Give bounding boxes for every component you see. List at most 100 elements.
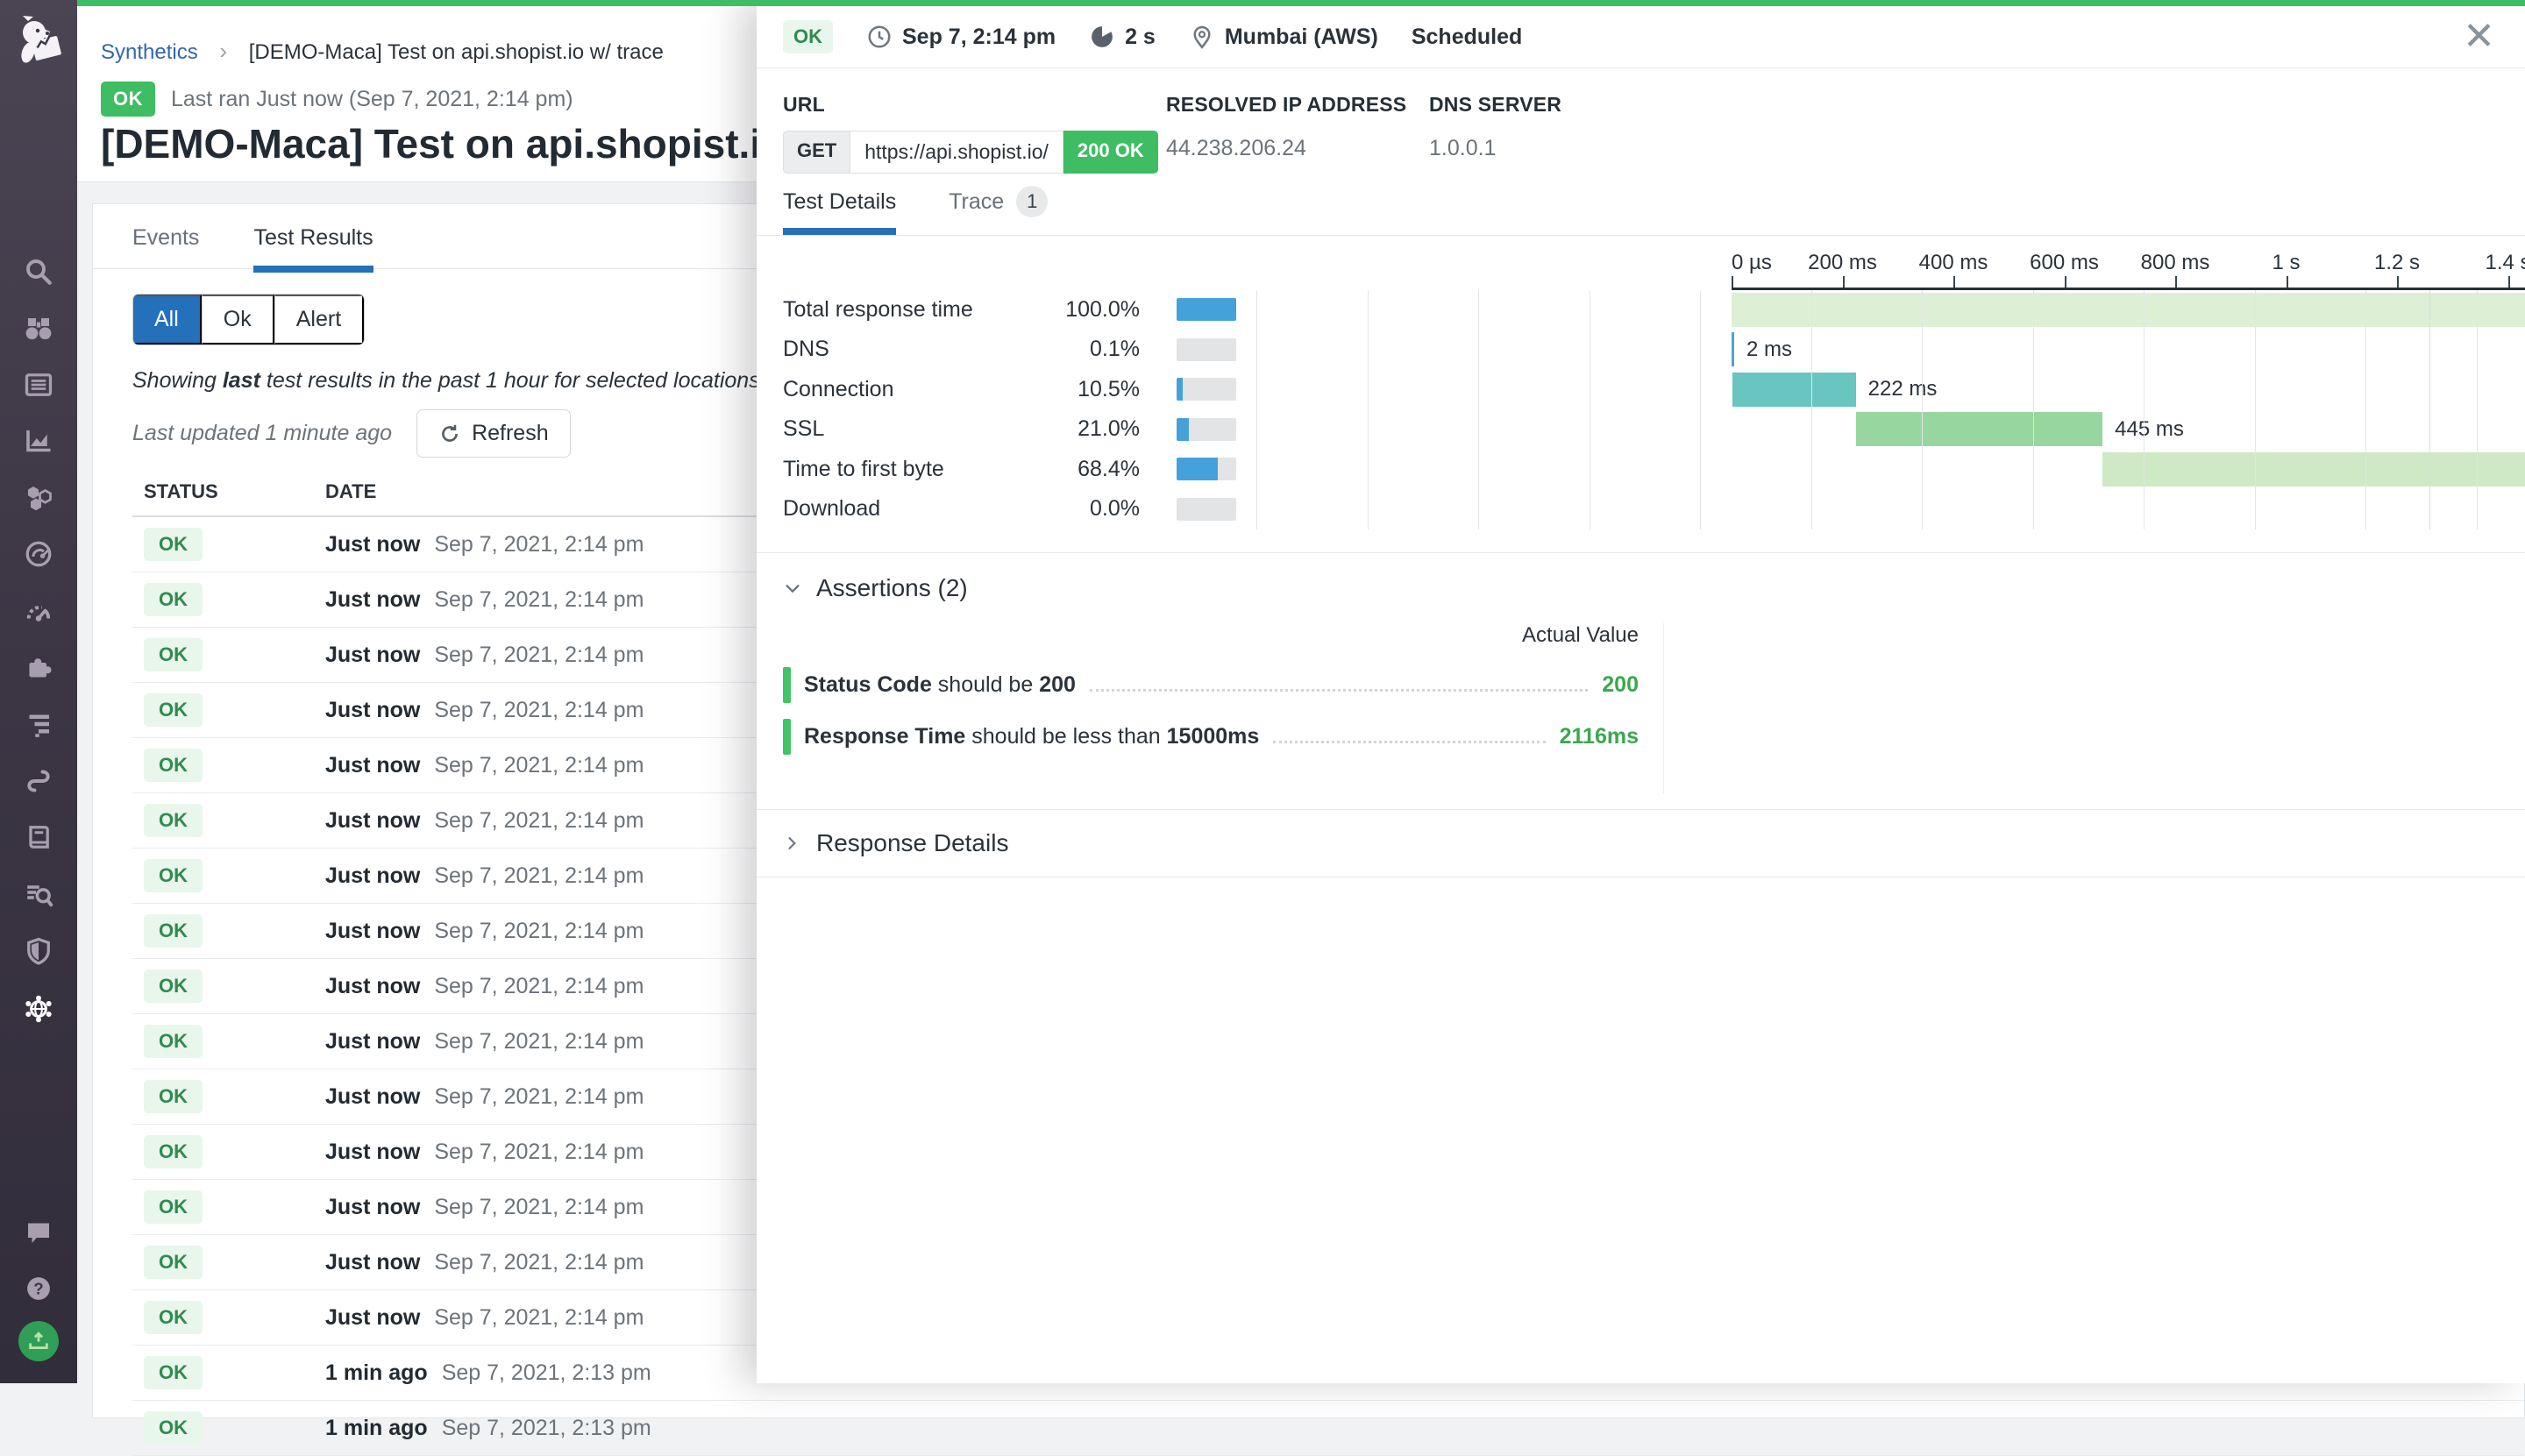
row-relative-time: Just now <box>325 863 420 889</box>
row-date: Sep 7, 2021, 2:14 pm <box>434 863 644 889</box>
row-relative-time: Just now <box>325 1140 420 1165</box>
sidebar-item-log-search[interactable] <box>0 870 77 920</box>
help-icon <box>23 1273 54 1304</box>
row-date: Sep 7, 2021, 2:13 pm <box>442 1416 651 1441</box>
shield-icon <box>23 935 54 967</box>
row-date: Sep 7, 2021, 2:14 pm <box>434 1029 644 1055</box>
filter-alert[interactable]: Alert <box>274 295 364 344</box>
row-relative-time: Just now <box>325 1029 420 1055</box>
response-details-toggle[interactable]: Response Details <box>783 810 2499 877</box>
row-status-badge: OK <box>144 1080 203 1113</box>
row-relative-time: 1 min ago <box>325 1416 428 1441</box>
waterfall-rows: Total response time100.0%2 sDNS0.1%2 msC… <box>783 290 2525 529</box>
row-date: Sep 7, 2021, 2:14 pm <box>434 1140 644 1165</box>
assertions-toggle[interactable]: Assertions (2) <box>783 553 2499 611</box>
refresh-icon <box>438 423 461 445</box>
row-status-badge: OK <box>144 1301 203 1334</box>
row-status-badge: OK <box>144 1135 203 1168</box>
refresh-button[interactable]: Refresh <box>416 409 571 458</box>
waterfall-row-total-response-time: Total response time100.0%2 s <box>783 290 2525 330</box>
sidebar-item-notebook[interactable] <box>0 813 77 862</box>
axis-tick-label: 0 µs <box>1732 251 1772 275</box>
search-icon <box>23 256 54 288</box>
row-date: Sep 7, 2021, 2:14 pm <box>434 753 644 778</box>
sidebar-item-apm[interactable] <box>0 529 77 579</box>
waterfall-bar <box>1732 373 1855 407</box>
axis-tick-mark <box>1843 276 1845 288</box>
tab-test-results[interactable]: Test Results <box>253 225 373 273</box>
axis-tick-label: 600 ms <box>2030 251 2099 275</box>
row-status-badge: OK <box>144 969 203 1003</box>
clock-icon <box>866 24 893 50</box>
sidebar-item-help[interactable] <box>0 1264 77 1313</box>
assertions-table: Actual Value Status Code should be 20020… <box>783 623 1664 793</box>
row-relative-time: Just now <box>325 698 420 723</box>
waterfall-minibar <box>1177 458 1236 480</box>
assertion-row: Response Time should be less than 15000m… <box>783 719 1639 755</box>
panel-tabs: Test Details Trace1 <box>757 186 2525 236</box>
apm-icon <box>23 538 54 570</box>
row-date: Sep 7, 2021, 2:14 pm <box>434 698 644 723</box>
assertions-title: Assertions (2) <box>816 574 968 602</box>
puzzle-icon <box>23 652 54 684</box>
axis-tick-mark <box>2508 276 2510 288</box>
row-relative-time: Just now <box>325 1305 420 1331</box>
chevron-right-icon <box>783 835 800 852</box>
gauge-icon <box>23 596 54 628</box>
sidebar-item-link[interactable] <box>0 756 77 806</box>
waterfall-percent: 10.5% <box>1046 377 1140 402</box>
filter-ok[interactable]: Ok <box>202 295 274 344</box>
sidebar-item-chat[interactable] <box>0 1208 77 1257</box>
filter-all[interactable]: All <box>133 295 202 344</box>
panel-tab-trace[interactable]: Trace1 <box>949 186 1048 231</box>
status-code-badge: 200 OK <box>1063 131 1158 174</box>
assertion-text: Response Time should be less than 15000m… <box>804 724 1259 749</box>
http-method-badge: GET <box>783 131 850 174</box>
request-info-section: URL GET https://api.shopist.io/ 200 OK R… <box>757 68 2525 174</box>
breadcrumb-current: [DEMO-Maca] Test on api.shopist.io w/ tr… <box>249 40 664 64</box>
location-pin-icon <box>1189 24 1215 50</box>
sidebar-item-dashboard[interactable] <box>0 360 77 409</box>
dns-server-value: 1.0.0.1 <box>1429 136 2499 161</box>
row-date: Sep 7, 2021, 2:14 pm <box>434 643 644 668</box>
axis-tick-mark <box>2175 276 2177 288</box>
sidebar-item-upload[interactable] <box>0 1317 77 1366</box>
tab-events[interactable]: Events <box>132 225 199 266</box>
assertion-pass-bar <box>783 719 791 755</box>
row-relative-time: Just now <box>325 808 420 834</box>
sidebar-item-binoculars[interactable] <box>0 304 77 353</box>
axis-tick-mark <box>1732 276 1733 288</box>
waterfall-percent: 21.0% <box>1046 416 1140 442</box>
url-label: URL <box>783 93 1166 117</box>
dashboard-icon <box>23 369 54 401</box>
waterfall-label: Total response time <box>783 297 1046 323</box>
panel-tab-test-details[interactable]: Test Details <box>783 189 896 235</box>
link-icon <box>23 765 54 797</box>
close-icon[interactable]: ✕ <box>2463 18 2495 56</box>
sidebar-item-search[interactable] <box>0 247 77 296</box>
axis-tick-label: 200 ms <box>1808 251 1877 275</box>
sidebar-item-gauge[interactable] <box>0 587 77 636</box>
waterfall-bar <box>1732 293 2525 327</box>
sidebar-item-network-globe[interactable] <box>0 984 77 1033</box>
waterfall-minibar <box>1177 298 1236 321</box>
response-details-section: Response Details <box>757 809 2525 877</box>
breadcrumb-synthetics-link[interactable]: Synthetics <box>101 40 198 64</box>
waterfall-minibar <box>1177 498 1236 521</box>
sidebar-item-hexagons[interactable] <box>0 472 77 522</box>
sidebar-item-shield[interactable] <box>0 927 77 976</box>
datadog-logo[interactable] <box>11 12 67 88</box>
panel-location: Mumbai (AWS) <box>1189 24 1378 50</box>
chat-icon <box>23 1217 54 1248</box>
notebook-icon <box>23 821 54 853</box>
sidebar-item-filter[interactable] <box>0 700 77 749</box>
status-top-strip <box>77 0 2525 6</box>
waterfall-row-download: Download0.0%300 µs <box>783 489 2525 529</box>
sidebar-item-chart[interactable] <box>0 416 77 465</box>
dotted-leader <box>1273 741 1545 743</box>
test-result-row[interactable]: OK1 min agoSep 7, 2021, 2:13 pm <box>132 1401 2524 1456</box>
axis-tick-label: 400 ms <box>1919 251 1988 275</box>
duration-pie-icon <box>1089 24 1115 50</box>
axis-tick-label: 1 s <box>2272 251 2300 275</box>
sidebar-item-puzzle[interactable] <box>0 643 77 692</box>
